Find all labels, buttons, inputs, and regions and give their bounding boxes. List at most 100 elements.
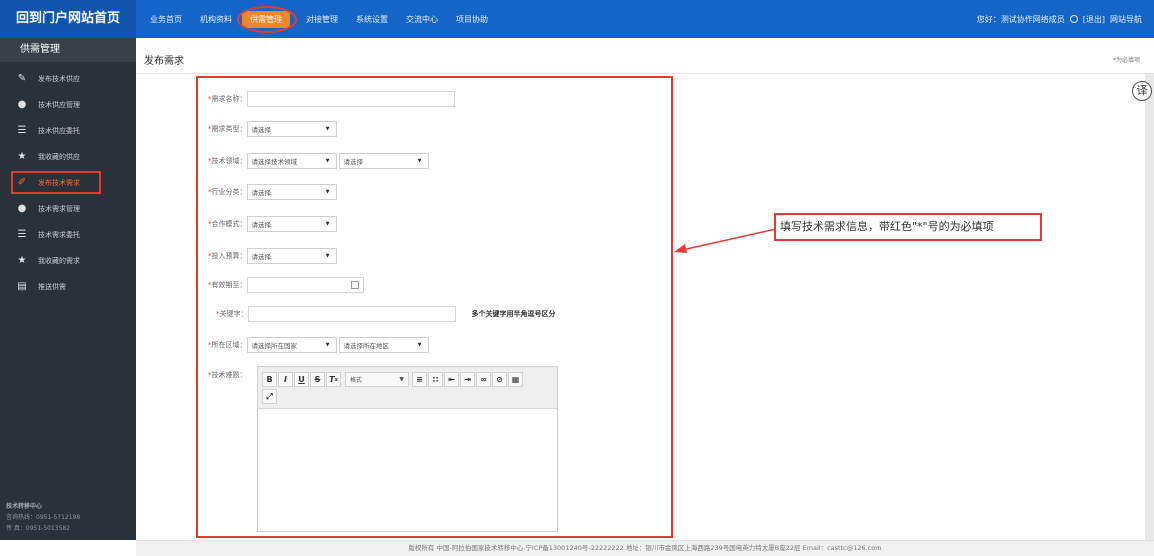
demand-type-label: *需求类型： (208, 125, 247, 133)
industry-select[interactable]: 请选择 ▼ (246, 184, 337, 200)
demand-name-label: *需求名称： (208, 95, 247, 103)
page-title: 发布需求 (144, 56, 184, 67)
dropdown-caret-icon: ▼ (417, 342, 422, 348)
coop-mode-label: *合作模式： (208, 220, 247, 228)
demand-form: *需求名称： *需求类型： 请选择 ▼ *技术领域： 请选择技术领域 ▼ 请选择 ▼ … (196, 76, 673, 538)
translate-icon[interactable]: 译 (1132, 81, 1152, 101)
strike-button[interactable]: S (310, 372, 325, 387)
sidebar-title: 供需管理 (0, 38, 136, 62)
format-select[interactable]: 格式 ▼ (345, 372, 409, 387)
tech-subfield-select[interactable]: 请选择 ▼ (338, 153, 429, 169)
sidebar-contact: 技术转移中心 咨询热线：0951-5712198 传 真：0951-501358… (6, 501, 130, 534)
nav-item-settings[interactable]: 系统设置 (348, 11, 396, 28)
country-select[interactable]: 请选择所在国家 ▼ (246, 337, 337, 353)
unlink-icon[interactable]: ⊘ (492, 372, 507, 387)
valid-until-label: *有效期至： (208, 281, 247, 289)
scrollbar[interactable] (1145, 74, 1154, 540)
sidebar-item-supply-entrust[interactable]: ☰ 技术供应委托 (0, 118, 136, 144)
logout-link[interactable]: [退出] (1083, 14, 1105, 25)
sidebar-item-label: 技术供应委托 (38, 127, 80, 135)
table-icon[interactable]: ▦ (508, 372, 523, 387)
site-nav-link[interactable]: 网站导航 (1110, 14, 1142, 25)
bullet-list-icon[interactable]: ∷ (428, 372, 443, 387)
nav-active-wrapper: 供需管理 (237, 5, 297, 33)
numbered-list-icon[interactable]: ≡ (412, 372, 427, 387)
form-row-budget: *投入预算： 请选择 ▼ (208, 247, 337, 265)
sidebar-item-supply-manage[interactable]: ● 技术供应管理 (0, 92, 136, 118)
editor-toolbar: B I U S Tx 格式 ▼ ≡ ∷ ⇤ ⇥ ∞ ⊘ ▦ ⤢ (258, 367, 557, 409)
annotation-arrow (674, 228, 777, 253)
form-row-coop: *合作模式： 请选择 ▼ (208, 215, 337, 233)
sidebar-item-demand-entrust[interactable]: ☰ 技术需求委托 (0, 222, 136, 248)
sidebar-item-publish-supply[interactable]: ✎ 发布技术供应 (0, 66, 136, 92)
dropdown-caret-icon: ▼ (417, 158, 422, 164)
dropdown-caret-icon: ▼ (325, 189, 330, 195)
bold-button[interactable]: B (262, 372, 277, 387)
underline-button[interactable]: U (294, 372, 309, 387)
region-label: *所在区域： (208, 341, 247, 349)
sidebar-item-label: 发布技术供应 (38, 75, 80, 83)
form-row-region: *所在区域： 请选择所在国家 ▼ 请选择所在地区 ▼ (208, 336, 429, 354)
form-row-industry: *行业分类： 请选择 ▼ (208, 183, 337, 201)
outdent-icon[interactable]: ⇤ (444, 372, 459, 387)
power-icon (1069, 15, 1078, 23)
annotation-note: 填写技术需求信息，带红色"*"号的为必填项 (774, 213, 1042, 241)
industry-label: *行业分类： (208, 188, 247, 196)
content-header: 发布需求 *为必填项 (136, 38, 1154, 74)
keywords-input[interactable] (247, 306, 456, 322)
star-icon: ★ (17, 151, 27, 162)
indent-icon[interactable]: ⇥ (460, 372, 475, 387)
nav-item-business-home[interactable]: 业务首页 (142, 11, 190, 28)
dropdown-caret-icon: ▼ (325, 253, 330, 259)
sidebar-item-push[interactable]: ▤ 推送供需 (0, 274, 136, 300)
sidebar: 供需管理 ✎ 发布技术供应 ● 技术供应管理 ☰ 技术供应委托 ★ 我收藏的供应… (0, 38, 136, 540)
nav-item-org-info[interactable]: 机构资料 (192, 11, 240, 28)
budget-select[interactable]: 请选择 ▼ (246, 248, 337, 264)
clear-format-button[interactable]: Tx (326, 372, 341, 387)
form-row-type: *需求类型： 请选择 ▼ (208, 120, 337, 138)
form-row-problem: *技术难题： (208, 366, 247, 384)
form-row-name: *需求名称： (208, 90, 455, 108)
sidebar-item-label: 技术供应管理 (38, 101, 80, 109)
calendar-icon (350, 281, 359, 289)
nav-item-project-assist[interactable]: 项目协助 (448, 11, 496, 28)
nav-item-matching[interactable]: 对接管理 (298, 11, 346, 28)
circle-icon: ● (17, 203, 27, 214)
sidebar-item-fav-demand[interactable]: ★ 我收藏的需求 (0, 248, 136, 274)
circle-icon: ● (17, 99, 27, 110)
sidebar-item-demand-manage[interactable]: ● 技术需求管理 (0, 196, 136, 222)
contact-title: 技术转移中心 (6, 503, 43, 510)
document-icon: ▤ (17, 281, 27, 292)
pencil-icon: ✎ (17, 73, 27, 84)
italic-button[interactable]: I (278, 372, 293, 387)
form-row-keywords: *关键字： 多个关键字用半角逗号区分 (216, 305, 556, 323)
form-row-valid: *有效期至： (208, 276, 364, 294)
dropdown-caret-icon: ▼ (325, 158, 330, 164)
coop-mode-select[interactable]: 请选择 ▼ (246, 216, 337, 232)
editor-body[interactable] (258, 409, 557, 531)
sidebar-item-publish-demand[interactable]: ✐ 发布技术需求 (0, 170, 136, 196)
maximize-icon[interactable]: ⤢ (262, 389, 277, 404)
top-nav: 业务首页 机构资料 供需管理 对接管理 系统设置 交流中心 项目协助 (142, 0, 498, 38)
sidebar-item-label: 我收藏的需求 (38, 257, 80, 265)
form-row-tech-field: *技术领域： 请选择技术领域 ▼ 请选择 ▼ (208, 152, 429, 170)
valid-until-input[interactable] (246, 277, 364, 293)
tech-field-label: *技术领域： (208, 157, 247, 165)
portal-home-link[interactable]: 回到门户网站首页 (0, 0, 136, 38)
dropdown-caret-icon: ▼ (325, 126, 330, 132)
star-icon: ★ (17, 255, 27, 266)
sidebar-item-label: 技术需求委托 (38, 231, 80, 239)
demand-name-input[interactable] (246, 91, 455, 107)
sidebar-item-fav-supply[interactable]: ★ 我收藏的供应 (0, 144, 136, 170)
keywords-hint: 多个关键字用半角逗号区分 (471, 310, 556, 318)
top-bar: 回到门户网站首页 业务首页 机构资料 供需管理 对接管理 系统设置 交流中心 项… (0, 0, 1154, 38)
nav-item-exchange[interactable]: 交流中心 (398, 11, 446, 28)
link-icon[interactable]: ∞ (476, 372, 491, 387)
tech-field-select[interactable]: 请选择技术领域 ▼ (246, 153, 337, 169)
area-select[interactable]: 请选择所在地区 ▼ (338, 337, 429, 353)
nav-item-supply-demand[interactable]: 供需管理 (242, 10, 290, 28)
user-bar: 您好：测试协作网络成员 [退出] 网站导航 (972, 0, 1142, 38)
list-icon: ☰ (17, 229, 27, 240)
demand-type-select[interactable]: 请选择 ▼ (246, 121, 337, 137)
tech-problem-label: *技术难题： (208, 371, 247, 379)
